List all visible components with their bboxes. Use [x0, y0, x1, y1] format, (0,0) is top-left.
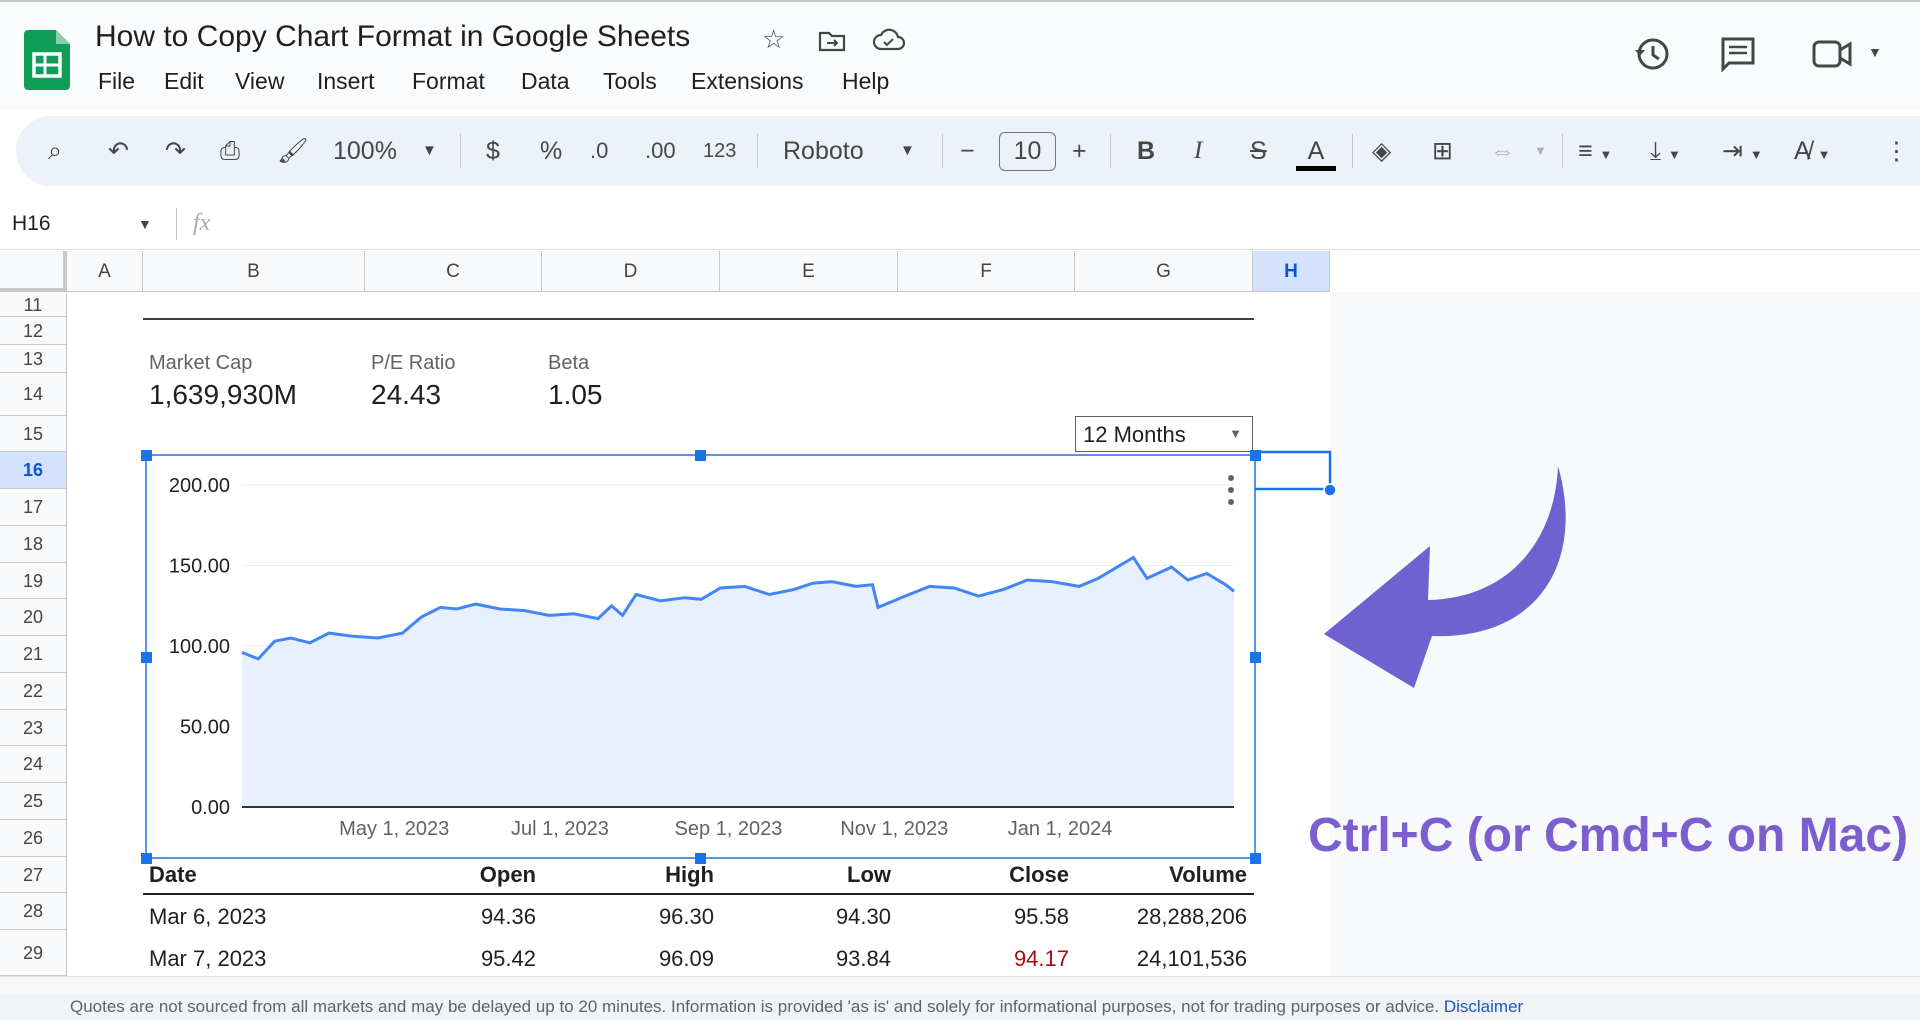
table-cell: 93.84: [835, 946, 891, 971]
menu-file[interactable]: File: [98, 68, 135, 95]
menu-format[interactable]: Format: [412, 68, 485, 95]
chart-menu-icon[interactable]: [1228, 499, 1234, 505]
menu-view[interactable]: View: [235, 68, 284, 95]
row-header-15[interactable]: 15: [0, 416, 67, 452]
row-header-21[interactable]: 21: [0, 636, 67, 673]
menu-edit[interactable]: Edit: [164, 68, 204, 95]
column-header-G[interactable]: G: [1075, 251, 1253, 292]
stat-label: P/E Ratio: [371, 352, 456, 374]
table-cell: Mar 6, 2023: [149, 904, 267, 929]
table-cell: 28,288,206: [1136, 904, 1247, 929]
stat-value: 1.05: [548, 379, 603, 410]
table-header-close: Close: [1009, 862, 1069, 887]
table-cell: 96.30: [658, 904, 714, 929]
resize-handle[interactable]: [1250, 652, 1261, 663]
column-header-A[interactable]: A: [67, 251, 143, 292]
row-header-25[interactable]: 25: [0, 783, 67, 820]
resize-handle[interactable]: [141, 652, 152, 663]
table-cell: 24,101,536: [1136, 946, 1247, 971]
resize-handle[interactable]: [695, 450, 706, 461]
row-header-12[interactable]: 12: [0, 317, 67, 345]
y-tick-label: 50.00: [180, 717, 230, 739]
x-tick-label: Sep 1, 2023: [675, 818, 783, 840]
stat-label: Market Cap: [149, 352, 253, 374]
column-header-F[interactable]: F: [898, 251, 1075, 292]
y-tick-label: 200.00: [169, 475, 230, 497]
menu-help[interactable]: Help: [842, 68, 889, 95]
x-tick-label: Jan 1, 2024: [1008, 818, 1113, 840]
y-tick-label: 0.00: [191, 797, 230, 819]
price-chart[interactable]: 0.00 50.00 100.00 150.00 200.00 May 1, 2023 Ju…: [0, 0, 1920, 1020]
shortcut-annotation: Ctrl+C (or Cmd+C on Mac): [1308, 809, 1909, 862]
table-cell: 95.58: [1013, 904, 1069, 929]
table-header-rule: [143, 893, 1254, 895]
menu-extensions[interactable]: Extensions: [691, 68, 804, 95]
row-header-23[interactable]: 23: [0, 710, 67, 746]
table-header-high: High: [665, 862, 714, 887]
table-header-date: Date: [149, 862, 197, 887]
footer-disclaimer: Quotes are not sourced from all markets …: [0, 994, 1920, 1020]
table-cell: 95.42: [480, 946, 536, 971]
row-header-17[interactable]: 17: [0, 489, 67, 526]
curved-arrow-icon: [1324, 466, 1566, 688]
x-tick-label: Jul 1, 2023: [511, 818, 609, 840]
column-header-B[interactable]: B: [143, 251, 365, 292]
row-header-14[interactable]: 14: [0, 373, 67, 416]
resize-handle[interactable]: [141, 450, 152, 461]
row-header-19[interactable]: 19: [0, 563, 67, 599]
menu-tools[interactable]: Tools: [603, 68, 657, 95]
row-header-27[interactable]: 27: [0, 857, 67, 893]
chart-menu-icon[interactable]: [1228, 487, 1234, 493]
row-header-11[interactable]: 11: [0, 294, 67, 317]
table-header-open: Open: [479, 862, 536, 887]
stat-label: Beta: [548, 352, 590, 374]
menu-insert[interactable]: Insert: [317, 68, 375, 95]
table-cell: 94.17: [1013, 946, 1069, 971]
stat-value: 24.43: [371, 379, 442, 410]
row-header-20[interactable]: 20: [0, 599, 67, 636]
table-header-low: Low: [847, 862, 891, 887]
column-header-D[interactable]: D: [542, 251, 720, 292]
menu-data[interactable]: Data: [521, 68, 570, 95]
column-header-C[interactable]: C: [365, 251, 542, 292]
table-cell: 94.30: [835, 904, 891, 929]
x-tick-label: May 1, 2023: [339, 818, 449, 840]
row-header-28[interactable]: 28: [0, 893, 67, 930]
x-tick-label: Nov 1, 2023: [840, 818, 948, 840]
row-header-29[interactable]: 29: [0, 930, 67, 976]
table-cell: Mar 7, 2023: [149, 946, 267, 971]
row-header-22[interactable]: 22: [0, 673, 67, 710]
resize-handle[interactable]: [1250, 853, 1261, 864]
footer-text: Quotes are not sourced from all markets …: [70, 997, 1440, 1016]
table-header-volume: Volume: [1169, 862, 1247, 887]
y-tick-label: 100.00: [169, 636, 230, 658]
row-header-16[interactable]: 16: [0, 452, 67, 489]
chart-menu-icon[interactable]: [1228, 475, 1234, 481]
y-tick-label: 150.00: [169, 556, 230, 578]
table-cell: 96.09: [658, 946, 714, 971]
column-header-H[interactable]: H: [1253, 251, 1330, 292]
row-header-24[interactable]: 24: [0, 746, 67, 783]
disclaimer-link[interactable]: Disclaimer: [1444, 997, 1523, 1016]
column-header-E[interactable]: E: [720, 251, 898, 292]
stat-value: 1,639,930M: [149, 379, 297, 410]
row-header-13[interactable]: 13: [0, 345, 67, 373]
table-cell: 94.36: [480, 904, 536, 929]
row-header-18[interactable]: 18: [0, 526, 67, 563]
row-header-26[interactable]: 26: [0, 820, 67, 857]
